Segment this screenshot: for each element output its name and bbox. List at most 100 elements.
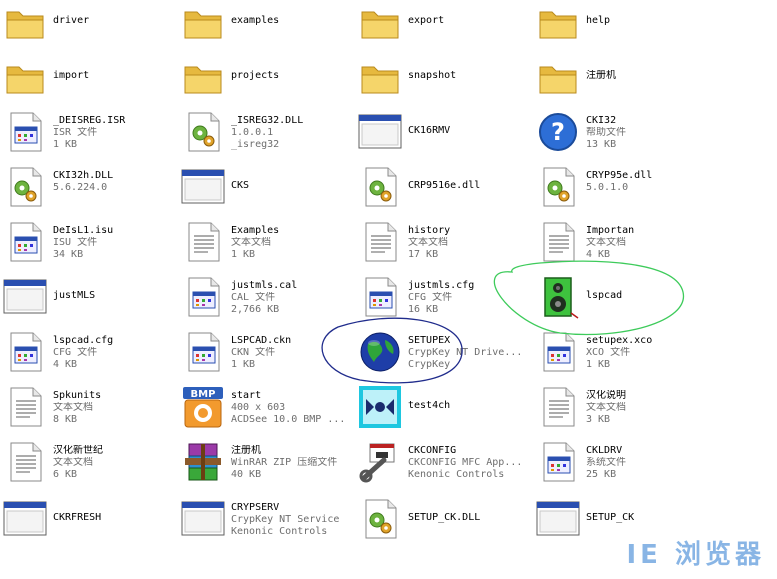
file-generic-icon — [358, 275, 402, 319]
file-item[interactable]: projects — [181, 55, 359, 111]
app-window-icon — [3, 497, 47, 541]
file-detail-line: 16 KB — [408, 304, 439, 315]
file-item[interactable]: BMP start 400 x 603 ACDSee 10.0 BMP ... — [181, 385, 359, 441]
file-item[interactable]: CKCONFIG CKCONFIG MFC App... Kenonic Contr… — [358, 440, 536, 496]
file-detail-line: 8 KB — [53, 414, 78, 425]
file-details: history 文本文档 17 KB — [408, 225, 533, 261]
file-details: snapshot — [408, 70, 533, 82]
file-name: start — [231, 390, 262, 401]
dll-gear-icon — [358, 165, 402, 209]
file-detail-line: 4 KB — [586, 249, 611, 260]
app-window-icon — [3, 275, 47, 319]
file-name: CRYP95e.dll — [586, 170, 653, 181]
file-item[interactable]: CKRFRESH — [3, 497, 181, 553]
file-item[interactable]: Examples 文本文档 1 KB — [181, 220, 359, 276]
file-name: _DEISREG.ISR — [53, 115, 126, 126]
file-name: help — [586, 15, 611, 26]
file-generic-icon — [536, 440, 580, 484]
file-item[interactable]: export — [358, 0, 536, 56]
file-name: 注册机 — [231, 445, 261, 456]
text-document-icon — [3, 385, 47, 429]
file-details: CRP9516e.dll — [408, 180, 533, 192]
file-item[interactable]: justMLS — [3, 275, 181, 331]
file-name: CKCONFIG — [408, 445, 457, 456]
file-item[interactable]: help — [536, 0, 714, 56]
file-detail-line: 1 KB — [53, 139, 78, 150]
file-detail-line: WinRAR ZIP 压缩文件 — [231, 457, 338, 468]
file-item[interactable]: examples — [181, 0, 359, 56]
file-details: justmls.cfg CFG 文件 16 KB — [408, 280, 533, 316]
file-item[interactable]: _ISREG32.DLL 1.0.0.1 _isreg32 — [181, 110, 359, 166]
file-details: CKI32h.DLL 5.6.224.0 — [53, 170, 178, 194]
file-item[interactable]: Spkunits 文本文档 8 KB — [3, 385, 181, 441]
file-item[interactable]: _DEISREG.ISR ISR 文件 1 KB — [3, 110, 181, 166]
file-name: Importan — [586, 225, 635, 236]
file-detail-line: 1.0.0.1 — [231, 127, 274, 138]
folder-icon — [536, 55, 580, 99]
file-item[interactable]: CKLDRV 系统文件 25 KB — [536, 440, 714, 496]
file-details: lspcad — [586, 290, 711, 302]
file-detail-line: _isreg32 — [231, 139, 280, 150]
file-detail-line: CFG 文件 — [53, 347, 98, 358]
file-item[interactable]: snapshot — [358, 55, 536, 111]
file-name: CKI32h.DLL — [53, 170, 114, 181]
file-details: DeIsL1.isu ISU 文件 34 KB — [53, 225, 178, 261]
file-detail-line: ACDSee 10.0 BMP ... — [231, 414, 346, 425]
file-detail-line: 400 x 603 — [231, 402, 286, 413]
file-details: driver — [53, 15, 178, 27]
file-name: LSPCAD.ckn — [231, 335, 292, 346]
file-generic-icon — [3, 220, 47, 264]
file-item[interactable]: 汉化新世纪 文本文档 6 KB — [3, 440, 181, 496]
file-item[interactable]: CK16RMV — [358, 110, 536, 166]
file-details: projects — [231, 70, 356, 82]
file-item[interactable]: LSPCAD.ckn CKN 文件 1 KB — [181, 330, 359, 386]
file-detail-line: 17 KB — [408, 249, 439, 260]
file-item[interactable]: setupex.xco XCO 文件 1 KB — [536, 330, 714, 386]
file-item[interactable]: lspcad — [536, 275, 714, 331]
file-item[interactable]: import — [3, 55, 181, 111]
file-item[interactable]: lspcad.cfg CFG 文件 4 KB — [3, 330, 181, 386]
text-document-icon — [536, 385, 580, 429]
file-item[interactable]: CKI32h.DLL 5.6.224.0 — [3, 165, 181, 221]
file-item[interactable]: 注册机 WinRAR ZIP 压缩文件 40 KB — [181, 440, 359, 496]
file-item[interactable]: DeIsL1.isu ISU 文件 34 KB — [3, 220, 181, 276]
file-item[interactable]: justmls.cfg CFG 文件 16 KB — [358, 275, 536, 331]
file-generic-icon — [3, 330, 47, 374]
file-item[interactable]: justmls.cal CAL 文件 2,766 KB — [181, 275, 359, 331]
file-item[interactable]: 注册机 — [536, 55, 714, 111]
file-item[interactable]: CKS — [181, 165, 359, 221]
file-item[interactable]: 汉化说明 文本文档 3 KB — [536, 385, 714, 441]
file-name: setupex.xco — [586, 335, 653, 346]
file-item[interactable]: SETUP_CK.DLL — [358, 497, 536, 553]
file-name: CKS — [231, 180, 250, 191]
file-item[interactable]: CRYP95e.dll 5.0.1.0 — [536, 165, 714, 221]
file-name: snapshot — [408, 70, 457, 81]
file-item[interactable]: history 文本文档 17 KB — [358, 220, 536, 276]
file-item[interactable]: Importan 文本文档 4 KB — [536, 220, 714, 276]
file-details: CRYPSERV CrypKey NT Service Kenonic Contro… — [231, 502, 356, 538]
file-detail-line: 13 KB — [586, 139, 617, 150]
file-item[interactable]: ? CKI32 帮助文件 13 KB — [536, 110, 714, 166]
file-name: DeIsL1.isu — [53, 225, 114, 236]
file-detail-line: ISU 文件 — [53, 237, 98, 248]
file-detail-line: 4 KB — [53, 359, 78, 370]
file-name: SETUP_CK.DLL — [408, 512, 481, 523]
file-details: _ISREG32.DLL 1.0.0.1 _isreg32 — [231, 115, 356, 151]
file-details: CKS — [231, 180, 356, 192]
app-window-icon — [181, 165, 225, 209]
file-item[interactable]: driver — [3, 0, 181, 56]
folder-icon — [181, 55, 225, 99]
folder-icon — [358, 55, 402, 99]
file-item[interactable]: CRP9516e.dll — [358, 165, 536, 221]
file-detail-line: 34 KB — [53, 249, 84, 260]
file-name: justmls.cal — [231, 280, 298, 291]
dll-gear-icon — [358, 497, 402, 541]
file-detail-line: CKN 文件 — [231, 347, 276, 358]
file-name: examples — [231, 15, 280, 26]
file-name: 注册机 — [586, 70, 616, 81]
file-name: Examples — [231, 225, 280, 236]
file-item[interactable]: CRYPSERV CrypKey NT Service Kenonic Contro… — [181, 497, 359, 553]
file-item[interactable]: test4ch — [358, 385, 536, 441]
file-detail-line: CKCONFIG MFC App... — [408, 457, 523, 468]
file-item[interactable]: SETUPEX CrypKey NT Drive... CrypKey — [358, 330, 536, 386]
